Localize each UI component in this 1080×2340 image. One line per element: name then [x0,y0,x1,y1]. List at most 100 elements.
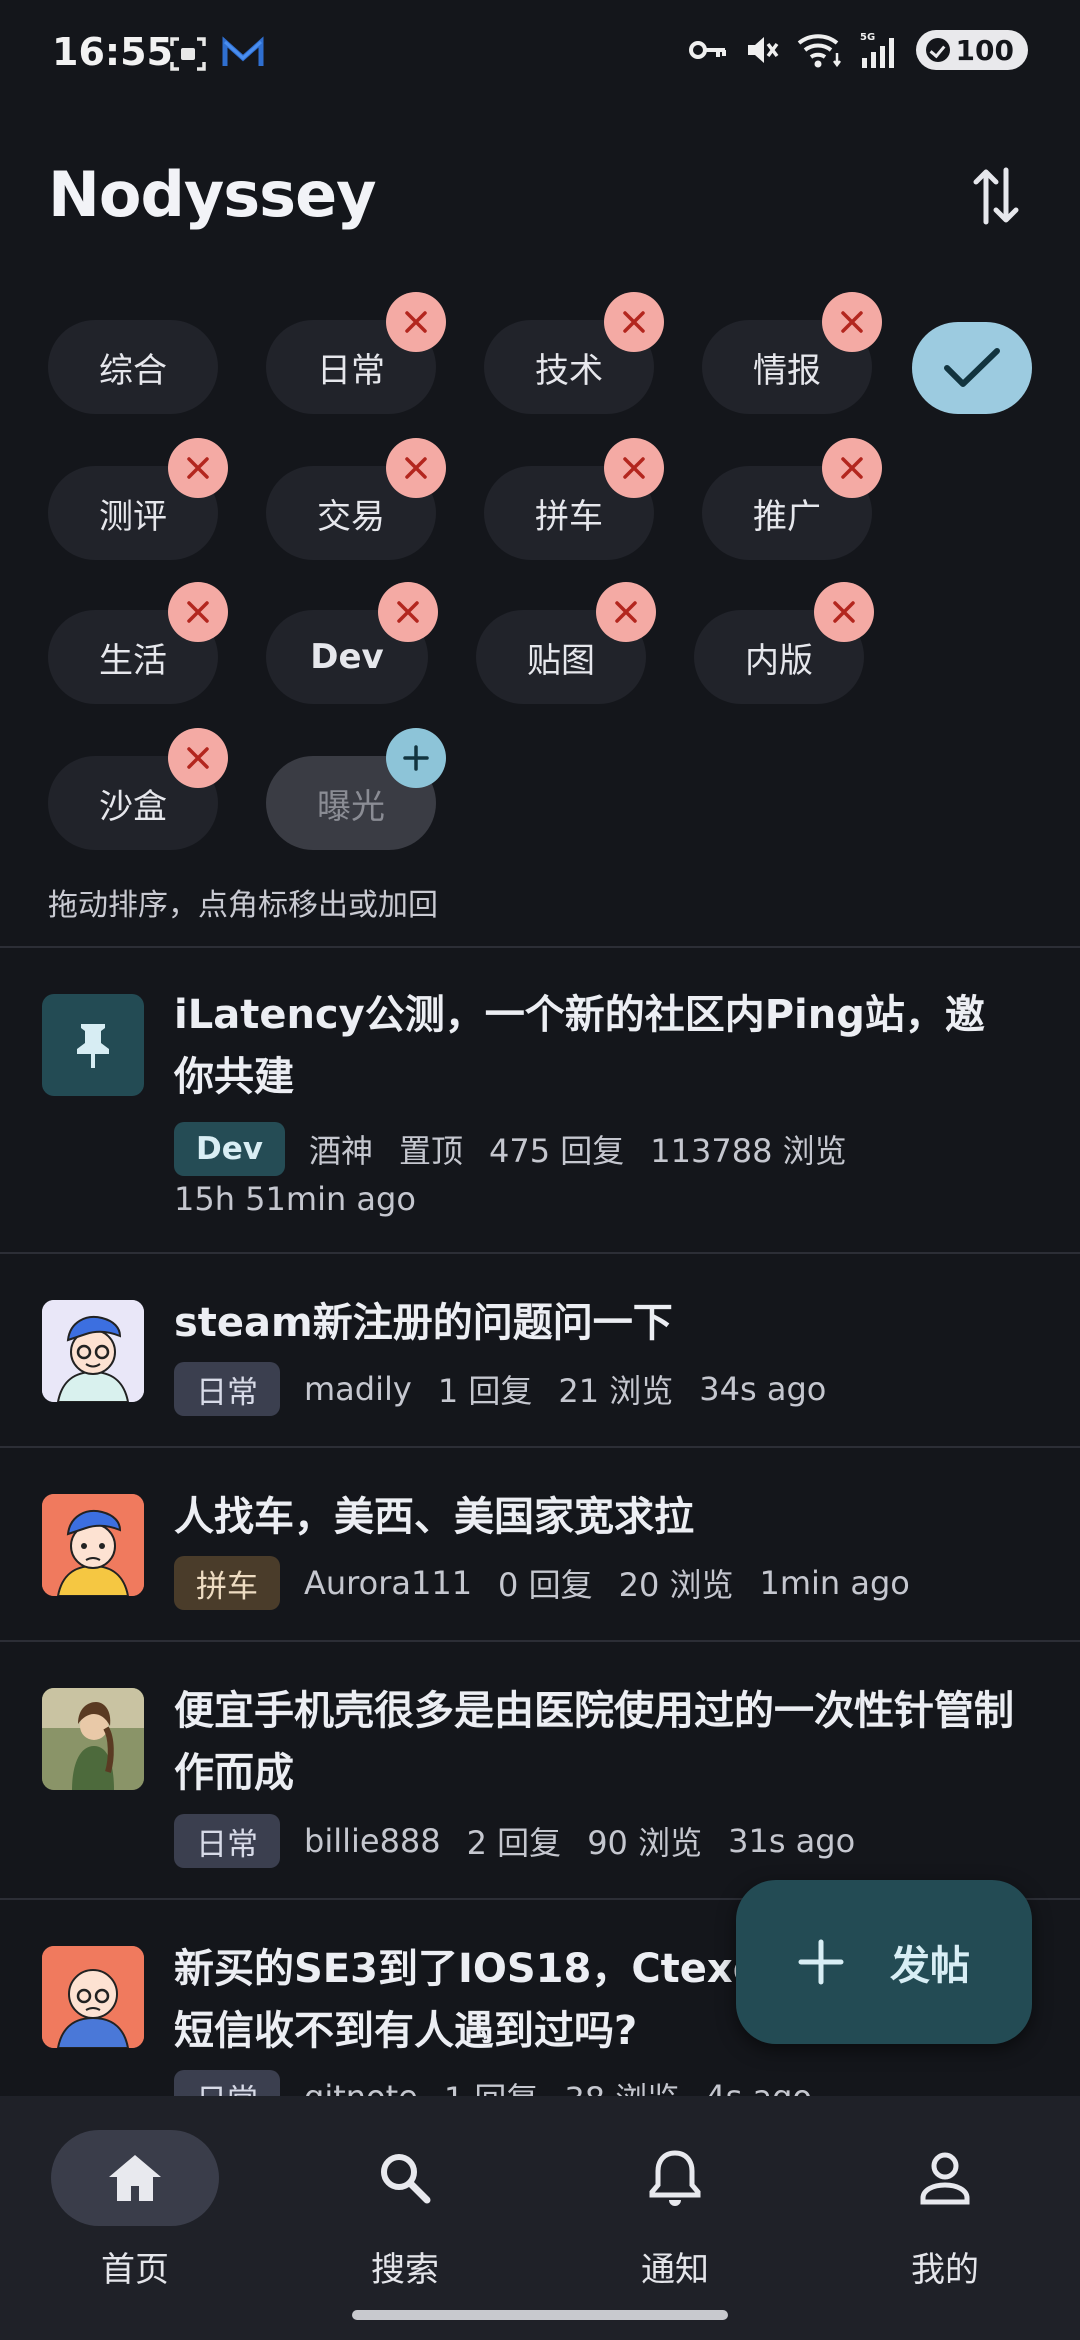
post-author[interactable]: Aurora111 [304,1564,472,1602]
post-item[interactable]: 便宜手机壳很多是由医院使用过的一次性针管制作而成 日常 billie888 2 … [0,1642,1080,1898]
new-post-label: 发帖 [890,1943,970,1989]
reply-count: 2 回复 [466,1824,562,1862]
new-post-button[interactable]: 发帖 [736,1880,1032,2044]
post-title[interactable]: 便宜手机壳很多是由医院使用过的一次性针管制作而成 [174,1680,1020,1804]
close-icon [833,601,855,623]
category-chip[interactable]: 情报 [702,292,882,414]
nav-pill [591,2130,759,2226]
close-icon [623,311,645,333]
remove-category-button[interactable] [168,728,228,788]
home-icon [109,2155,161,2201]
add-category-button[interactable] [386,728,446,788]
category-chip-hidden[interactable]: 曝光 [266,728,446,850]
plus-icon [798,1939,844,1985]
category-chip[interactable]: 推广 [702,438,882,560]
close-icon [405,457,427,479]
close-icon [397,601,419,623]
remove-category-button[interactable] [168,438,228,498]
remove-category-button[interactable] [814,582,874,642]
category-chip[interactable]: 贴图 [476,582,656,704]
avatar-red-bg[interactable] [42,1494,144,1596]
mute-icon [747,37,778,63]
remove-category-button[interactable] [378,582,438,642]
app-title: Nodyssey [48,158,377,231]
category-chip[interactable]: 综合 [48,320,218,414]
post-author[interactable]: 酒神 [309,1126,373,1172]
remove-category-button[interactable] [168,582,228,642]
category-chip[interactable]: 沙盒 [48,728,228,850]
category-chip[interactable]: 日常 [266,292,446,414]
remove-category-button[interactable] [386,438,446,498]
remove-category-button[interactable] [596,582,656,642]
category-chip[interactable]: 测评 [48,438,228,560]
reply-count: 1 回复 [437,1372,533,1410]
category-chip[interactable]: 技术 [484,292,664,414]
post-item[interactable]: 人找车，美西、美国家宽求拉 拼车 Aurora111 0 回复 20 浏览 1m… [0,1448,1080,1640]
category-label: 拼车 [535,496,603,537]
nav-label: 搜索 [371,2250,439,2290]
post-tag[interactable]: 日常 [174,1362,280,1416]
category-label: 综合 [99,350,167,391]
category-chip[interactable]: 拼车 [484,438,664,560]
avatar-blue-hair[interactable] [42,1300,144,1402]
avatar-illustration[interactable] [42,1688,144,1790]
category-chip[interactable]: 生活 [48,582,228,704]
view-count: 90 浏览 [587,1824,703,1862]
post-title[interactable]: steam新注册的问题问一下 [174,1292,1020,1354]
category-label: 生活 [99,640,167,681]
category-label: 沙盒 [99,786,167,827]
post-tag[interactable]: Dev [174,1122,285,1176]
nav-item-notifications[interactable]: 通知 [540,2114,810,2304]
post-time: 31s ago [728,1822,856,1860]
remove-category-button[interactable] [604,292,664,352]
category-label: 技术 [535,350,603,391]
category-label: 交易 [317,496,385,537]
remove-category-button[interactable] [822,292,882,352]
remove-category-button[interactable] [604,438,664,498]
close-icon [405,311,427,333]
signal-icon: 5G [860,32,894,68]
post-meta: 拼车 Aurora111 0 回复 20 浏览 1min ago [174,1556,936,1610]
sort-button[interactable] [960,160,1032,232]
post-author[interactable]: billie888 [304,1822,441,1860]
nav-item-profile[interactable]: 我的 [810,2114,1080,2304]
remove-category-button[interactable] [386,292,446,352]
battery-saver-icon [925,38,950,62]
person-icon [920,2152,970,2205]
category-chip[interactable]: 内版 [694,582,874,704]
category-label: 内版 [745,640,813,681]
check-icon [944,348,1000,387]
close-icon [187,747,209,769]
category-label: 曝光 [317,786,385,827]
nav-item-search[interactable]: 搜索 [270,2114,540,2304]
nav-item-home[interactable]: 首页 [0,2114,270,2304]
remove-category-button[interactable] [822,438,882,498]
post-time: 1min ago [759,1564,910,1602]
home-indicator[interactable] [352,2310,728,2320]
close-icon [187,457,209,479]
reply-count: 475 回复 [489,1132,625,1170]
post-item[interactable]: iLatency公测，一个新的社区内Ping站，邀你共建 Dev 酒神 置顶 4… [0,948,1080,1252]
post-author[interactable]: madily [304,1370,412,1408]
category-chip[interactable]: Dev [266,582,438,704]
post-tag[interactable]: 日常 [174,1814,280,1868]
hint-text: 拖动排序，点角标移出或加回 [48,888,438,923]
sort-arrows-icon [973,167,1019,225]
confirm-button[interactable] [912,322,1032,414]
post-title[interactable]: iLatency公测，一个新的社区内Ping站，邀你共建 [174,984,1020,1108]
close-icon [187,601,209,623]
category-label: 贴图 [527,640,595,681]
nav-pill [861,2130,1029,2226]
nav-pill [51,2130,219,2226]
category-chip[interactable]: 交易 [266,438,446,560]
post-item[interactable]: steam新注册的问题问一下 日常 madily 1 回复 21 浏览 34s … [0,1254,1080,1446]
close-icon [841,311,863,333]
post-time: 34s ago [699,1370,827,1408]
post-meta: 日常 billie888 2 回复 90 浏览 31s ago [174,1814,881,1868]
category-label: Dev [310,637,384,677]
close-icon [615,601,637,623]
battery-indicator: 100 [915,30,1028,70]
post-tag[interactable]: 拼车 [174,1556,280,1610]
avatar-bald-man[interactable] [42,1946,144,2048]
post-title[interactable]: 人找车，美西、美国家宽求拉 [174,1486,1020,1548]
